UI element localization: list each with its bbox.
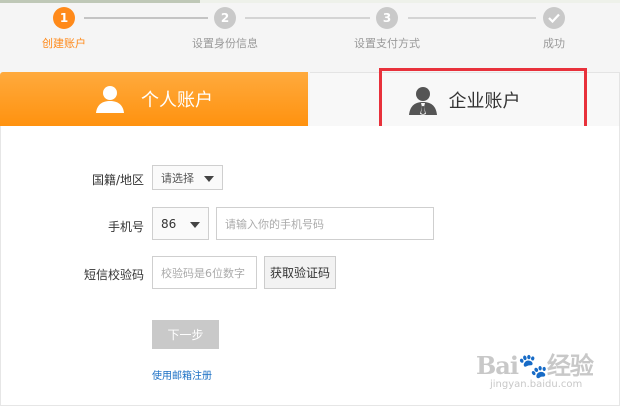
get-verification-code-button[interactable]: 获取验证码 — [264, 256, 336, 289]
step-3-circle: 3 — [376, 7, 398, 29]
person-icon — [96, 86, 124, 113]
sms-code-placeholder: 校验码是6位数字 — [161, 266, 245, 280]
step-4-circle — [543, 7, 565, 29]
next-step-button[interactable]: 下一步 — [152, 320, 219, 349]
country-select[interactable]: 请选择 — [152, 165, 223, 190]
country-label: 国籍/地区 — [91, 173, 144, 187]
sms-code-input[interactable]: 校验码是6位数字 — [152, 256, 257, 289]
step-connector — [84, 17, 208, 19]
highlight-box — [379, 68, 587, 130]
step-connector — [408, 17, 536, 19]
phone-number-input[interactable]: 请输入你的手机号码 — [216, 207, 434, 240]
phone-number-placeholder: 请输入你的手机号码 — [225, 217, 324, 231]
progress-steps: 1 创建账户 2 设置身份信息 3 设置支付方式 成功 — [0, 0, 620, 60]
step-2-label: 设置身份信息 — [192, 37, 258, 50]
phone-code-value: 86 — [161, 216, 177, 231]
step-connector — [245, 17, 370, 19]
watermark: Bai🐾经验 jingyan.baidu.com — [476, 346, 594, 390]
phone-label: 手机号 — [107, 220, 144, 234]
watermark-logo: Bai🐾经验 — [476, 351, 594, 380]
phone-country-code-select[interactable]: 86 — [152, 207, 209, 240]
step-2-circle: 2 — [214, 7, 236, 29]
country-select-value: 请选择 — [161, 171, 194, 185]
step-1-circle: 1 — [53, 7, 75, 29]
chevron-down-icon — [204, 176, 214, 182]
tab-personal-account[interactable]: 个人账户 — [0, 72, 308, 134]
tab-personal-label: 个人账户 — [141, 90, 213, 111]
chevron-down-icon — [190, 222, 200, 228]
step-3-label: 设置支付方式 — [354, 37, 420, 50]
check-icon — [548, 13, 560, 23]
watermark-url: jingyan.baidu.com — [490, 379, 583, 390]
step-1-label: 创建账户 — [42, 37, 86, 50]
register-with-email-link[interactable]: 使用邮箱注册 — [152, 367, 212, 382]
step-4-label: 成功 — [543, 37, 565, 50]
sms-code-label: 短信校验码 — [83, 268, 144, 282]
